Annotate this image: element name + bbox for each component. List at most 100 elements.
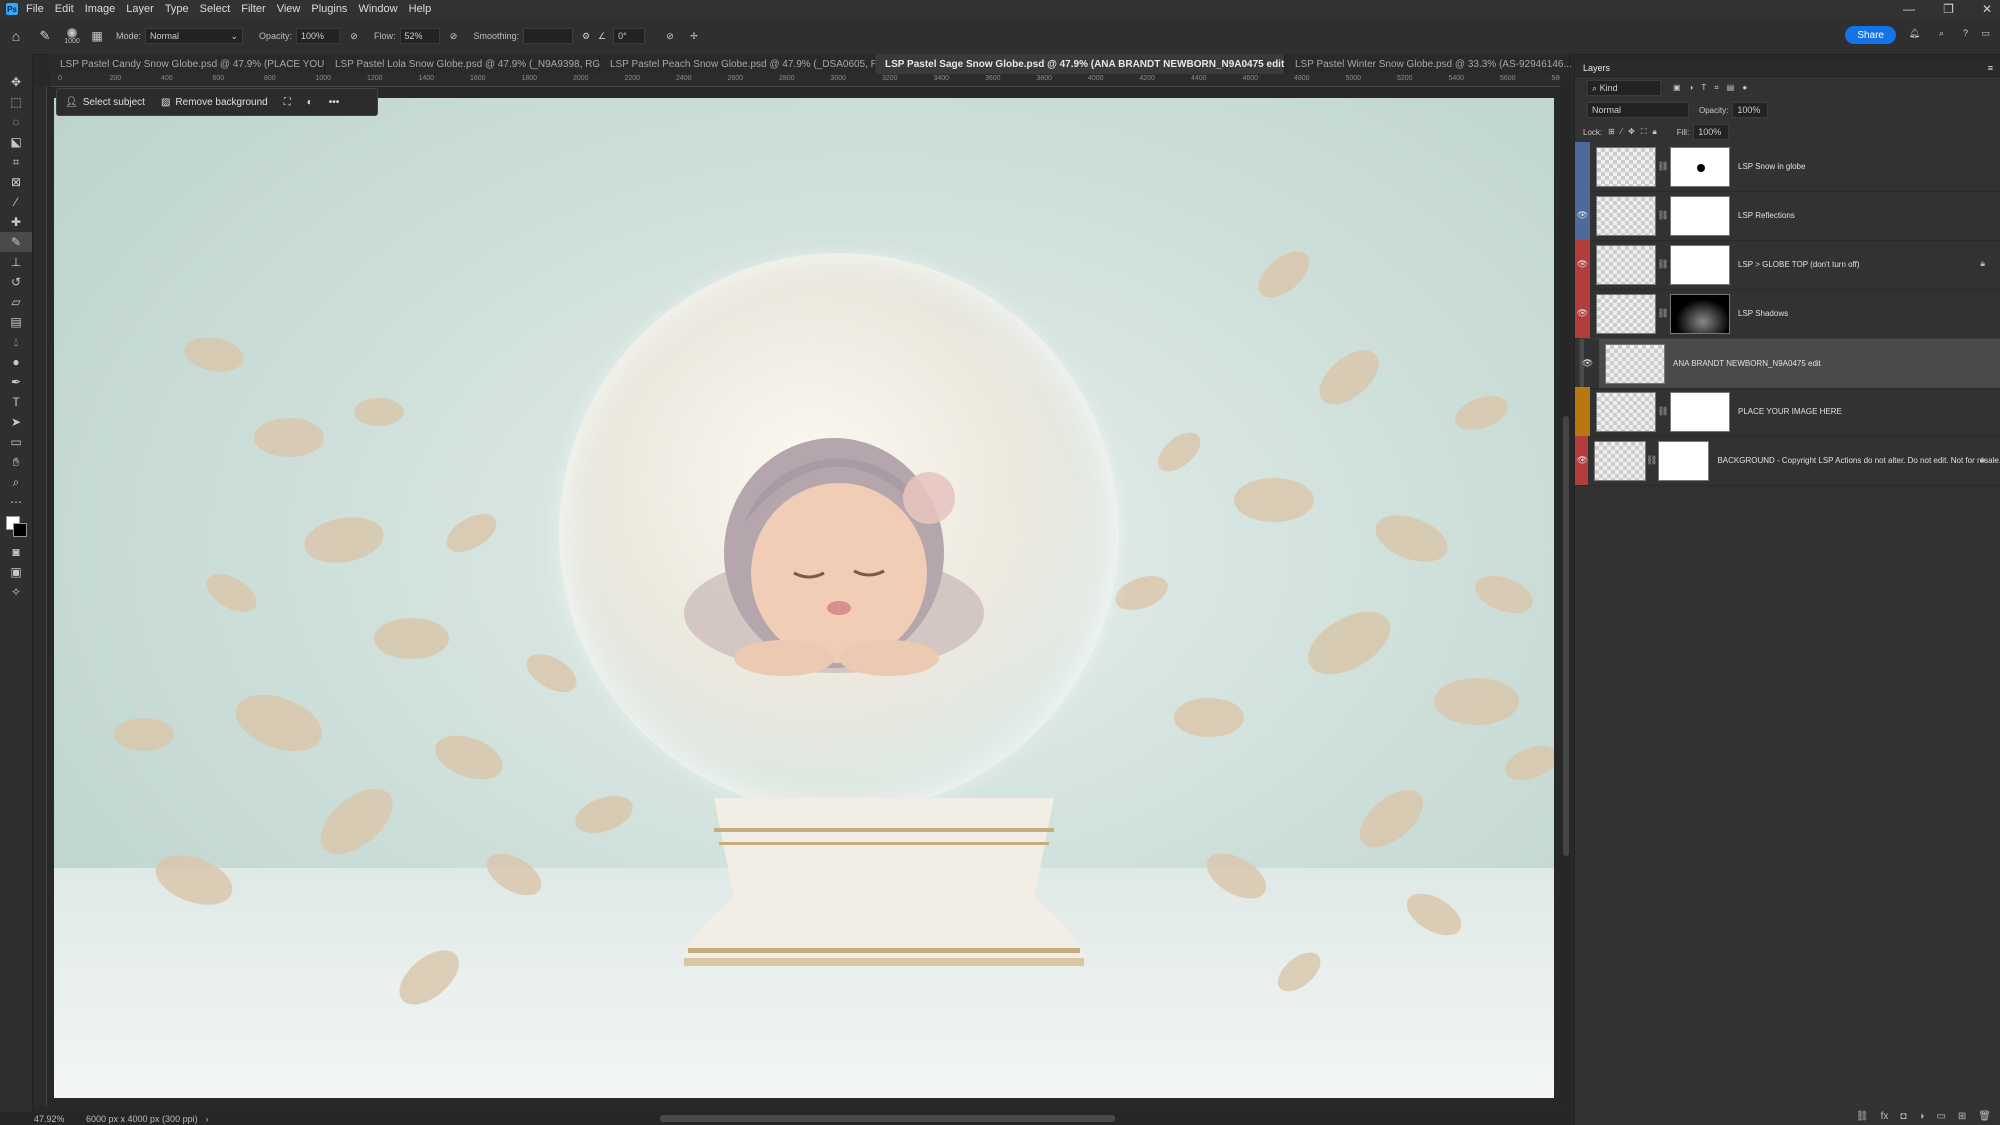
layer-mask-thumbnail[interactable]	[1670, 146, 1730, 187]
menu-edit[interactable]: Edit	[55, 3, 74, 15]
layer-row[interactable]: 👁︎ ⛓ BACKGROUND - Copyright LSP Actions do…	[1575, 436, 2000, 486]
brush-settings-icon[interactable]: ▦	[86, 29, 108, 43]
photoshop-logo[interactable]: Ps	[6, 3, 18, 15]
rectangle-icon[interactable]: ▭	[0, 432, 32, 452]
chain-icon[interactable]: ⛓	[1656, 210, 1670, 221]
tab-peach-snow-globe[interactable]: LSP Pastel Peach Snow Globe.psd @ 47.9% …	[600, 54, 908, 74]
generative-icon[interactable]: ✧	[0, 582, 32, 602]
layer-row[interactable]: 👁︎ ⛓ LSP Shadows	[1575, 289, 2000, 339]
background-color[interactable]	[13, 523, 27, 537]
lock-options-icon[interactable]: ⊞⁄✥⛶🔒︎	[1608, 127, 1663, 137]
fill-input[interactable]: 100%	[1693, 124, 1730, 140]
menu-window[interactable]: Window	[358, 3, 397, 15]
tab-sage-snow-globe[interactable]: LSP Pastel Sage Snow Globe.psd @ 47.9% (…	[875, 54, 1350, 74]
panel-menu-icon[interactable]: ≡	[1988, 63, 1993, 73]
layer-row[interactable]: ⛓ PLACE YOUR IMAGE HERE	[1575, 387, 2000, 437]
trash-icon[interactable]: 🗑︎	[1978, 1111, 1991, 1122]
mode-select[interactable]: Normal ⌄	[145, 28, 244, 44]
chain-icon[interactable]: ⛓	[1656, 308, 1670, 319]
hand-icon[interactable]: ✋︎	[0, 452, 32, 472]
menu-type[interactable]: Type	[165, 3, 189, 15]
eye-icon[interactable]: 👁︎	[1575, 436, 1590, 485]
screen-mode-icon[interactable]: ▣	[0, 562, 32, 582]
layer-mask-thumbnail[interactable]	[1670, 195, 1730, 236]
opacity-input[interactable]: 100%	[296, 28, 341, 44]
select-subject-button[interactable]: 👤︎ Select subject	[57, 89, 153, 115]
eye-icon[interactable]: 👁︎	[1580, 339, 1595, 388]
angle-input[interactable]: 0°	[613, 28, 646, 44]
brush-icon[interactable]: ✎	[32, 28, 58, 44]
fx-icon[interactable]: fx	[1881, 1111, 1889, 1122]
search-icon[interactable]: ⌕	[1939, 28, 1944, 39]
menu-view[interactable]: View	[277, 3, 301, 15]
filter-kind-select[interactable]: ⌕ Kind	[1587, 80, 1661, 96]
select-mask-button[interactable]: ⛶	[276, 89, 299, 115]
layer-mask-thumbnail[interactable]	[1670, 244, 1730, 285]
path-select-icon[interactable]: ➤	[0, 412, 32, 432]
home-icon[interactable]: ⌂	[0, 28, 32, 44]
chevron-right-icon[interactable]: ›	[206, 1114, 209, 1124]
horizontal-scroll-thumb[interactable]	[660, 1115, 1115, 1122]
menu-select[interactable]: Select	[200, 3, 231, 15]
blend-mode-select[interactable]: Normal	[1587, 102, 1689, 118]
pressure-opacity-icon[interactable]: ⊘	[344, 31, 364, 42]
zoom-icon[interactable]: ⌕	[0, 472, 32, 492]
vertical-scrollbar[interactable]	[1562, 86, 1570, 1106]
zoom-level[interactable]: 47.92%	[34, 1114, 86, 1124]
layer-opacity-input[interactable]: 100%	[1732, 102, 1769, 118]
menu-plugins[interactable]: Plugins	[311, 3, 347, 15]
blur-icon[interactable]: 💧︎	[0, 332, 32, 352]
gradient-icon[interactable]: ▤	[0, 312, 32, 332]
airbrush-icon[interactable]: ⊘	[444, 31, 464, 42]
pressure-size-icon[interactable]: ⊘	[657, 31, 683, 42]
menu-layer[interactable]: Layer	[126, 3, 154, 15]
adjustment-icon[interactable]: ◑	[1918, 1111, 1924, 1122]
scroll-thumb[interactable]	[1563, 416, 1569, 856]
eyedropper-icon[interactable]: ⁄	[0, 192, 32, 212]
menu-help[interactable]: Help	[409, 3, 432, 15]
workspace-icon[interactable]: ▭	[1981, 28, 1990, 39]
brush-preset-picker[interactable]: 1000	[58, 27, 86, 45]
minimize-icon[interactable]: —	[1903, 2, 1915, 16]
new-group-icon[interactable]: ▭	[1936, 1111, 1945, 1122]
frame-icon[interactable]: ⊠	[0, 172, 32, 192]
layer-mask-thumbnail[interactable]	[1670, 391, 1730, 432]
bell-icon[interactable]: 🔔︎	[1909, 28, 1920, 39]
document-info[interactable]: 6000 px x 4000 px (300 ppi)	[86, 1114, 198, 1124]
tab-winter-snow-globe[interactable]: LSP Pastel Winter Snow Globe.psd @ 33.3%…	[1285, 54, 1586, 74]
marquee-icon[interactable]: ⬚	[0, 92, 32, 112]
chain-icon[interactable]: ⛓	[1646, 455, 1658, 466]
object-select-icon[interactable]: ⬕	[0, 132, 32, 152]
history-brush-icon[interactable]: ↺	[0, 272, 32, 292]
symmetry-icon[interactable]: ✢	[683, 31, 705, 42]
layer-row[interactable]: ⛓ LSP Snow in globe	[1575, 142, 2000, 192]
adjust-button[interactable]: ◐	[299, 89, 321, 115]
color-swatches[interactable]	[0, 512, 32, 542]
chain-icon[interactable]: ⛓	[1656, 259, 1670, 270]
eye-icon[interactable]	[1575, 142, 1590, 191]
eye-icon[interactable]: 👁︎	[1575, 191, 1590, 240]
stamp-icon[interactable]: ⊥	[0, 252, 32, 272]
layer-row[interactable]: 👁︎ ⛓ LSP > GLOBE TOP (don't turn off) 🔒︎	[1575, 240, 2000, 290]
lasso-icon[interactable]: ◌	[0, 112, 32, 132]
type-icon[interactable]: T	[0, 392, 32, 412]
dodge-icon[interactable]: ●	[0, 352, 32, 372]
link-layers-icon[interactable]: ⛓	[1856, 1111, 1869, 1122]
layer-row[interactable]: 👁︎ ⛓ LSP Reflections	[1575, 191, 2000, 241]
menu-image[interactable]: Image	[85, 3, 116, 15]
add-mask-icon[interactable]: ◘	[1900, 1111, 1906, 1122]
more-tools-icon[interactable]: ⋯	[0, 492, 32, 512]
eye-icon[interactable]: 👁︎	[1575, 240, 1590, 289]
share-button[interactable]: Share	[1845, 26, 1896, 44]
smoothing-input[interactable]	[523, 28, 574, 44]
gear-icon[interactable]: ⚙	[577, 31, 595, 42]
filter-icons[interactable]: ▣◑T⌗▤●	[1673, 83, 1755, 93]
menu-file[interactable]: File	[26, 3, 44, 15]
document-canvas[interactable]	[54, 98, 1554, 1098]
remove-background-button[interactable]: ▨ Remove background	[153, 89, 276, 115]
eraser-icon[interactable]: ▱	[0, 292, 32, 312]
pen-icon[interactable]: ✒	[0, 372, 32, 392]
chain-icon[interactable]: ⛓	[1656, 406, 1670, 417]
restore-icon[interactable]: ❐	[1943, 2, 1954, 16]
layers-tab[interactable]: Layers	[1583, 63, 1610, 73]
